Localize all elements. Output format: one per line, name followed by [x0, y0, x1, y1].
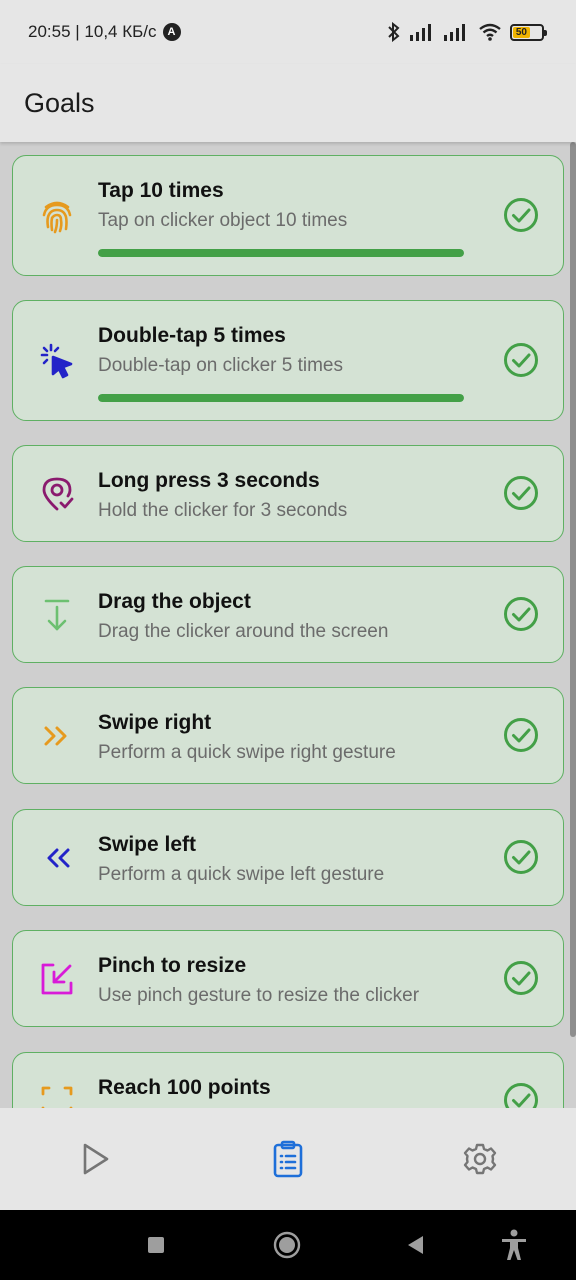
fingerprint-icon [37, 196, 77, 236]
signal-icon-2 [444, 24, 465, 41]
resize-icon [37, 959, 77, 999]
check-circle-icon [504, 718, 538, 752]
battery-level: 50 [513, 26, 530, 38]
status-right: 50 [386, 22, 547, 42]
clipboard-list-icon [273, 1140, 303, 1178]
recents-button[interactable] [139, 1228, 173, 1262]
goal-title: Swipe right [98, 711, 212, 734]
bottom-navigation [0, 1108, 576, 1210]
goal-card[interactable]: Drag the object Drag the clicker around … [12, 566, 564, 663]
page-title: Goals [24, 87, 95, 118]
back-triangle-icon [408, 1236, 423, 1254]
goal-title: Reach 100 points [98, 1076, 271, 1099]
goal-card[interactable]: Tap 10 times Tap on clicker object 10 ti… [12, 155, 564, 276]
status-time: 20:55 | 10,4 КБ/с [28, 22, 157, 41]
goal-description: Tap on clicker object 10 times [98, 210, 348, 231]
battery-icon: 50 [510, 23, 547, 41]
check-circle-icon [504, 840, 538, 874]
goal-description: Use pinch gesture to resize the clicker [98, 985, 420, 1006]
signal-icon [410, 24, 431, 41]
wifi-icon [479, 23, 501, 41]
double-chevron-right-icon [37, 716, 77, 756]
goal-card[interactable]: Swipe right Perform a quick swipe right … [12, 687, 564, 784]
play-icon [83, 1143, 109, 1175]
status-left: 20:55 | 10,4 КБ/с A [28, 22, 181, 42]
accessibility-button[interactable] [497, 1228, 531, 1262]
check-circle-icon [504, 961, 538, 995]
points-icon [37, 1081, 77, 1108]
check-circle-icon [504, 198, 538, 232]
goal-card[interactable]: Reach 100 points [12, 1052, 564, 1108]
goal-title: Tap 10 times [98, 179, 224, 202]
goal-title: Pinch to resize [98, 954, 247, 977]
goal-title: Drag the object [98, 590, 251, 613]
check-circle-icon [504, 1083, 538, 1108]
goal-title: Long press 3 seconds [98, 469, 320, 492]
goal-title: Swipe left [98, 833, 197, 856]
app-bar: Goals [0, 64, 576, 142]
goal-list[interactable]: Tap 10 times Tap on clicker object 10 ti… [0, 142, 576, 1108]
bluetooth-icon [388, 22, 400, 42]
accessibility-icon [502, 1229, 526, 1260]
check-circle-icon [504, 597, 538, 631]
home-circle-icon [273, 1231, 301, 1259]
goal-card[interactable]: Swipe left Perform a quick swipe left ge… [12, 809, 564, 906]
goal-progress-fill [98, 249, 464, 257]
goal-description: Double-tap on clicker 5 times [98, 355, 343, 376]
scrollbar[interactable] [570, 142, 576, 1037]
check-circle-icon [504, 476, 538, 510]
system-navigation-bar [0, 1210, 576, 1280]
goal-progress-fill [98, 394, 464, 402]
nav-settings-button[interactable] [430, 1129, 530, 1189]
gear-icon [463, 1143, 497, 1175]
nav-play-button[interactable] [46, 1129, 146, 1189]
goal-card[interactable]: Double-tap 5 times Double-tap on clicker… [12, 300, 564, 421]
check-circle-icon [504, 343, 538, 377]
cursor-click-icon [37, 341, 77, 381]
goal-card[interactable]: Long press 3 seconds Hold the clicker fo… [12, 445, 564, 542]
app-notification-icon: A [162, 23, 181, 41]
goal-description: Perform a quick swipe right gesture [98, 742, 396, 763]
double-chevron-left-icon [37, 838, 77, 878]
nav-goals-button[interactable] [238, 1129, 338, 1189]
location-pin-check-icon [37, 474, 77, 514]
home-button[interactable] [270, 1228, 304, 1262]
back-button[interactable] [398, 1228, 432, 1262]
status-bar: 20:55 | 10,4 КБ/с A 50 [0, 0, 576, 64]
goal-description: Drag the clicker around the screen [98, 621, 389, 642]
goal-card[interactable]: Pinch to resize Use pinch gesture to res… [12, 930, 564, 1027]
arrow-down-to-line-icon [37, 595, 77, 635]
goal-title: Double-tap 5 times [98, 324, 286, 347]
goal-progress-bar [98, 249, 464, 257]
square-icon [148, 1237, 164, 1253]
goal-description: Perform a quick swipe left gesture [98, 864, 385, 885]
goal-progress-bar [98, 394, 464, 402]
goal-description: Hold the clicker for 3 seconds [98, 500, 348, 521]
